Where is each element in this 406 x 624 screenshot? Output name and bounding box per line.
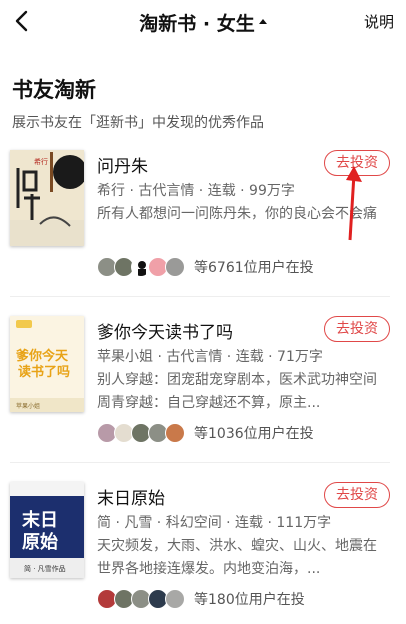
avatar: [165, 589, 185, 609]
svg-text:爹你今天: 爹你今天: [15, 348, 69, 364]
svg-text:原始: 原始: [22, 531, 58, 553]
investor-avatars[interactable]: 等1036位用户在投: [97, 422, 314, 444]
svg-text:读书了吗: 读书了吗: [18, 364, 70, 380]
explain-link[interactable]: 说明: [364, 11, 394, 32]
book-title: 问丹朱: [97, 157, 148, 177]
book-item[interactable]: 末日 原始 简 · 凡雪作品 末日原始 去投资 简 · 凡雪 · 科幻空间 · …: [0, 482, 406, 612]
divider: [10, 462, 390, 463]
invest-button[interactable]: 去投资: [324, 316, 390, 342]
investor-count: 等1036位用户在投: [194, 426, 314, 442]
investor-avatars[interactable]: 等6761位用户在投: [97, 256, 314, 278]
book-cover[interactable]: 爹你今天 读书了吗 苹果小姐: [10, 316, 84, 412]
avatar: [165, 257, 185, 277]
page-title-text: 淘新书 · 女生: [139, 13, 255, 35]
avatar: [165, 423, 185, 443]
cover-author: 希行: [34, 157, 48, 166]
book-item[interactable]: 爹你今天 读书了吗 苹果小姐 爹你今天读书了吗 去投资 苹果小姐 · 古代言情 …: [0, 316, 406, 446]
investor-avatars[interactable]: 等180位用户在投: [97, 588, 305, 610]
top-bar: 淘新书 · 女生 说明: [0, 0, 406, 44]
section-title: 书友淘新: [12, 77, 96, 102]
svg-text:末日: 末日: [22, 509, 58, 531]
investor-count: 等180位用户在投: [194, 592, 305, 608]
page-title[interactable]: 淘新书 · 女生: [0, 9, 406, 36]
section-subtitle: 展示书友在「逛新书」中发现的优秀作品: [12, 115, 264, 131]
book-title: 爹你今天读书了吗: [97, 323, 233, 343]
invest-button[interactable]: 去投资: [324, 482, 390, 508]
investor-count: 等6761位用户在投: [194, 260, 314, 276]
cover-author: 简 · 凡雪作品: [24, 564, 66, 573]
divider: [10, 296, 390, 297]
book-description: 别人穿越：团宠甜宠穿剧本，医术武功神空间周青穿越：自己穿越还不算，原主...: [97, 372, 377, 411]
book-title: 末日原始: [97, 489, 165, 509]
book-meta: 苹果小姐 · 古代言情 · 连载 · 71万字: [97, 349, 323, 365]
book-cover[interactable]: 希行: [10, 150, 84, 246]
caret-up-icon: [258, 19, 267, 24]
book-meta: 简 · 凡雪 · 科幻空间 · 连载 · 111万字: [97, 515, 332, 531]
book-description: 天灾频发，大雨、洪水、蝗灾、山火、地震在世界各地接连爆发。内地变泊海，...: [97, 538, 377, 577]
book-meta: 希行 · 古代言情 · 连载 · 99万字: [97, 183, 295, 199]
book-cover[interactable]: 末日 原始 简 · 凡雪作品: [10, 482, 84, 578]
cover-author: 苹果小姐: [16, 402, 40, 410]
pointer-arrow-icon: [346, 166, 362, 241]
